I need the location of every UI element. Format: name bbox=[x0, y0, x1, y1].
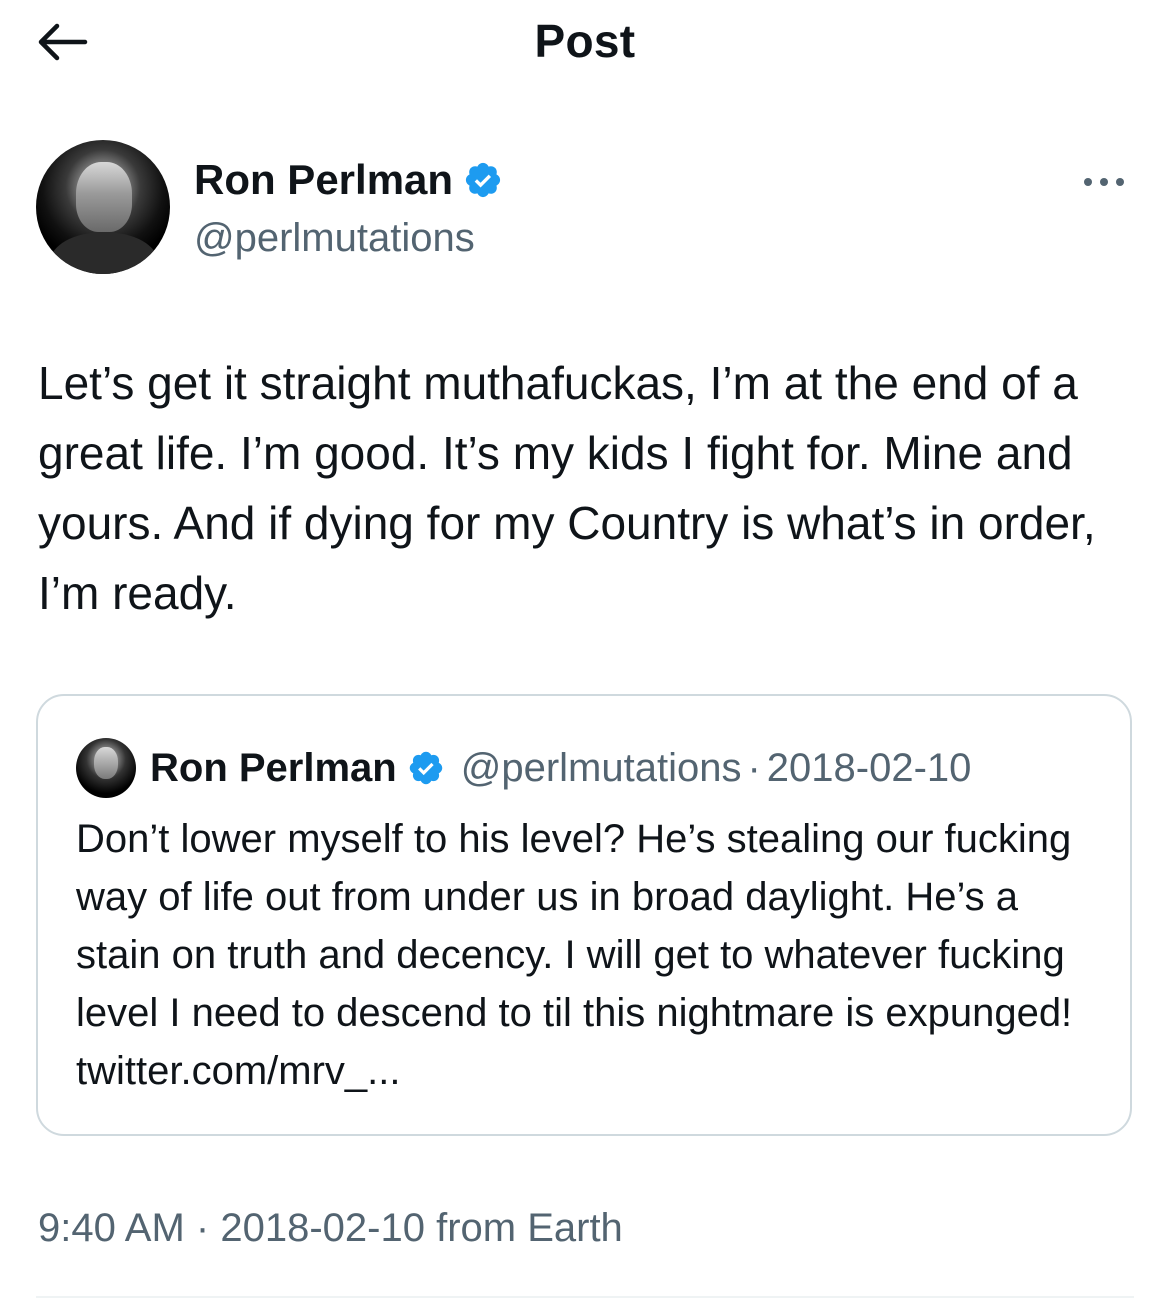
avatar[interactable] bbox=[36, 140, 170, 274]
author-handle[interactable]: @perlmutations bbox=[194, 216, 475, 261]
author-name[interactable]: Ron Perlman bbox=[194, 156, 453, 204]
quoted-author-handle: @perlmutations bbox=[460, 745, 742, 790]
post-time[interactable]: 9:40 AM bbox=[38, 1206, 185, 1250]
post-date[interactable]: 2018-02-10 bbox=[220, 1206, 425, 1250]
quoted-author-name: Ron Perlman bbox=[150, 745, 397, 790]
page-title: Post bbox=[534, 15, 636, 67]
more-options-button[interactable] bbox=[1072, 162, 1136, 202]
separator-dot: · bbox=[747, 745, 761, 790]
verified-badge-icon bbox=[409, 751, 442, 785]
author-name-row: Ron Perlman bbox=[194, 156, 503, 204]
post-meta: 9:40 AM · 2018-02-10 from Earth bbox=[38, 1206, 623, 1251]
more-horizontal-icon bbox=[1084, 178, 1124, 186]
quoted-post-card[interactable]: Ron Perlman @perlmutations · 2018-02-10 … bbox=[36, 694, 1132, 1136]
post-text: Let’s get it straight muthafuckas, I’m a… bbox=[38, 357, 1096, 619]
separator-dot: · bbox=[195, 1206, 210, 1250]
verified-badge-icon bbox=[465, 162, 501, 198]
quoted-post-text: Don’t lower myself to his level? He’s st… bbox=[76, 817, 1073, 1093]
post-location: from Earth bbox=[436, 1206, 623, 1250]
quoted-post-date: 2018-02-10 bbox=[766, 745, 972, 790]
top-bar: Post bbox=[0, 0, 1170, 84]
quoted-post-header: Ron Perlman @perlmutations · 2018-02-10 bbox=[76, 738, 971, 798]
post-author: Ron Perlman @perlmutations bbox=[36, 140, 1136, 280]
divider bbox=[36, 1296, 1134, 1298]
quoted-avatar bbox=[76, 738, 136, 798]
